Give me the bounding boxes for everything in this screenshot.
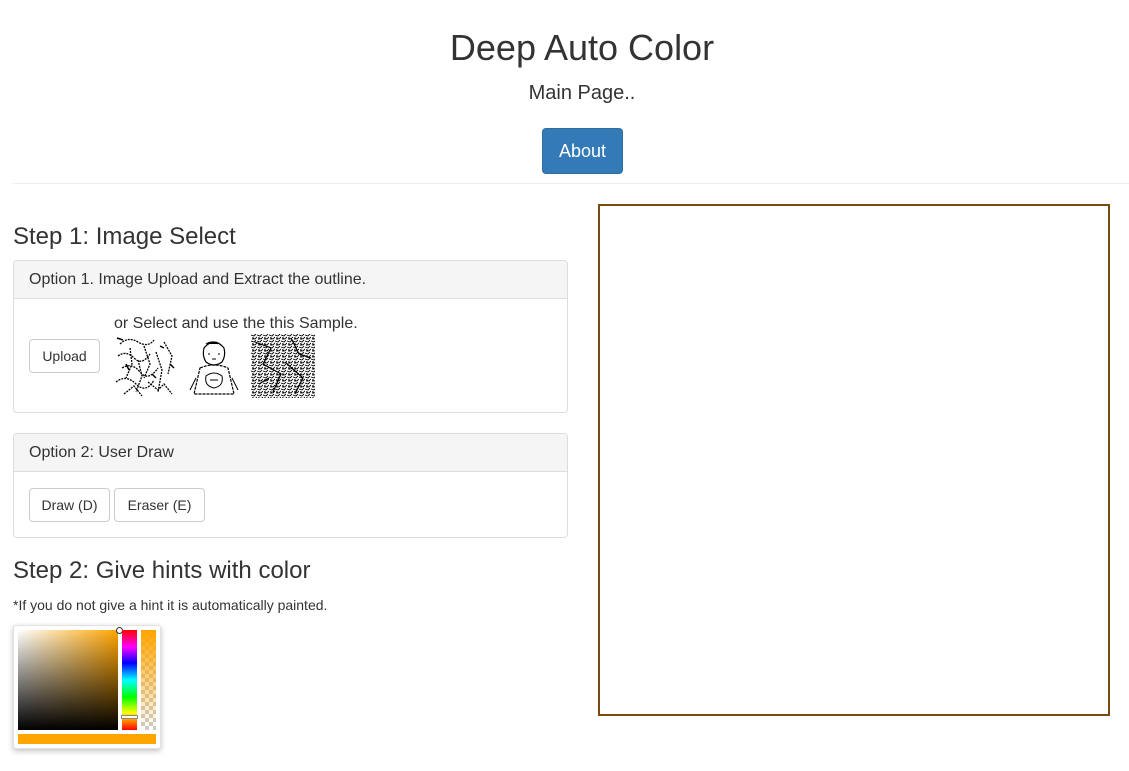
hue-slider[interactable] (121, 630, 138, 730)
drawing-canvas[interactable] (598, 204, 1110, 716)
upload-button[interactable]: Upload (29, 339, 100, 373)
sample-prompt: or Select and use the this Sample. (114, 315, 358, 332)
page-title: Deep Auto Color (449, 27, 715, 68)
option1-heading: Option 1. Image Upload and Extract the o… (14, 261, 567, 299)
header-divider (13, 183, 1129, 184)
page-subtitle: Main Page.. (528, 82, 636, 104)
draw-button[interactable]: Draw (D) (29, 488, 110, 522)
about-button[interactable]: About (542, 128, 623, 174)
eraser-button[interactable]: Eraser (E) (114, 488, 205, 522)
option2-panel: Option 2: User Draw Draw (D) Eraser (E) (13, 433, 568, 538)
sample-image-3[interactable] (251, 334, 315, 398)
sample-image-2[interactable] (182, 334, 246, 398)
step1-heading: Step 1: Image Select (13, 223, 236, 250)
color-picker (13, 625, 161, 749)
hint-note: *If you do not give a hint it is automat… (13, 597, 328, 613)
saturation-value-area[interactable] (18, 627, 123, 730)
option1-panel: Option 1. Image Upload and Extract the o… (13, 260, 568, 413)
step2-heading: Step 2: Give hints with color (13, 557, 311, 584)
option2-heading: Option 2: User Draw (14, 434, 567, 472)
hue-marker[interactable] (121, 715, 138, 719)
sample-image-1[interactable] (114, 334, 178, 398)
color-preview (18, 734, 156, 744)
alpha-slider[interactable] (141, 630, 156, 730)
